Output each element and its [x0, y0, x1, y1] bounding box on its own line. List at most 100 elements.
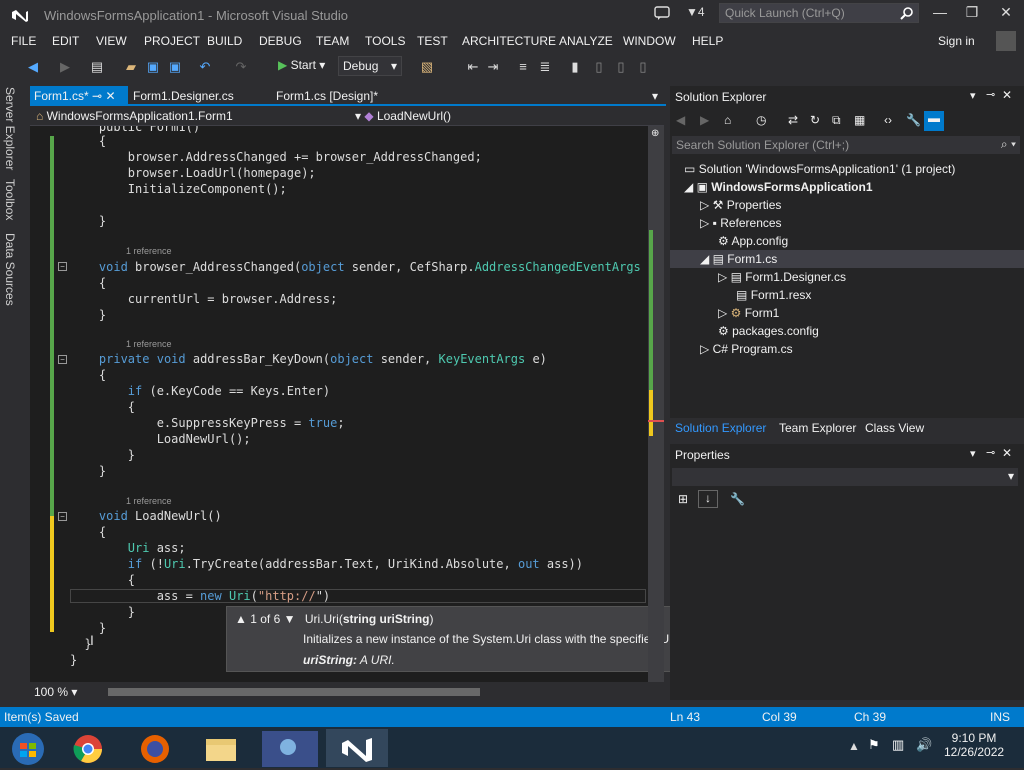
home-icon[interactable]: ⌂: [724, 113, 731, 127]
open-file-icon[interactable]: ▰: [122, 58, 140, 76]
tray-overflow-icon[interactable]: ▲: [848, 739, 860, 753]
menu-architecture[interactable]: ARCHITECTURE: [462, 34, 556, 48]
new-project-icon[interactable]: ▤: [88, 58, 106, 76]
zoom-dropdown[interactable]: 100 % ▾: [34, 685, 77, 699]
tree-item-form1-class[interactable]: ▷ ⚙ Form1: [718, 306, 779, 320]
pin-icon[interactable]: ⊸: [986, 446, 995, 459]
save-all-icon[interactable]: ▣: [166, 58, 184, 76]
back-icon[interactable]: ◀: [676, 113, 685, 127]
split-icon[interactable]: ⊕: [651, 128, 659, 139]
close-icon[interactable]: ✕: [105, 89, 115, 103]
menu-tools[interactable]: TOOLS: [365, 34, 405, 48]
tree-item-references[interactable]: ▷ ▪ References: [700, 216, 782, 230]
menu-analyze[interactable]: ANALYZE: [559, 34, 613, 48]
start-debugging-button[interactable]: ▶ Start ▾: [278, 58, 325, 72]
menu-window[interactable]: WINDOW: [623, 34, 676, 48]
pending-changes-icon[interactable]: ◷: [756, 113, 766, 127]
forward-icon[interactable]: ▶: [56, 58, 74, 76]
tree-item-project[interactable]: ◢ ▣ WindowsFormsApplication1: [684, 180, 873, 194]
codelens-reference[interactable]: 1 reference: [126, 496, 172, 506]
undo-icon[interactable]: ↶: [196, 58, 214, 76]
editor-vertical-scrollbar[interactable]: ⊕: [648, 126, 664, 682]
tab-class-view[interactable]: Class View: [865, 421, 924, 435]
member-dropdown[interactable]: ▾ ◆ LoadNewUrl(): [355, 109, 451, 123]
sync-icon[interactable]: ⇄: [788, 113, 798, 127]
bookmark-icon[interactable]: ▮: [566, 58, 584, 76]
menu-debug[interactable]: DEBUG: [259, 34, 302, 48]
code-editor[interactable]: public Form1() { browser.AddressChanged …: [30, 126, 648, 682]
action-center-flag-icon[interactable]: ⚑: [868, 737, 880, 753]
network-icon[interactable]: ▥: [892, 737, 904, 753]
property-pages-icon[interactable]: 🔧: [730, 492, 745, 506]
start-button[interactable]: [0, 729, 62, 767]
prev-bookmark-icon[interactable]: ▯: [612, 58, 630, 76]
tab-overflow-icon[interactable]: ▾: [648, 86, 662, 106]
menu-file[interactable]: FILE: [11, 34, 36, 48]
view-code-icon[interactable]: ‹›: [884, 113, 892, 127]
redo-icon[interactable]: ↷: [232, 58, 250, 76]
clear-bookmarks-icon[interactable]: ▯: [634, 58, 652, 76]
tab-form1-cs[interactable]: Form1.cs* ⊸ ✕: [30, 86, 128, 106]
tree-item-program-cs[interactable]: ▷ C# Program.cs: [700, 342, 793, 356]
tab-form1-designer-cs[interactable]: Form1.Designer.cs: [129, 86, 238, 106]
tab-solution-explorer[interactable]: Solution Explorer: [675, 421, 766, 435]
menu-view[interactable]: VIEW: [96, 34, 127, 48]
pin-icon[interactable]: ⊸: [92, 89, 102, 103]
tree-item-solution[interactable]: ▭ Solution 'WindowsFormsApplication1' (1…: [684, 162, 955, 176]
uncomment-icon[interactable]: ≣: [536, 58, 554, 76]
quick-launch-input[interactable]: Quick Launch (Ctrl+Q): [719, 3, 919, 23]
menu-project[interactable]: PROJECT: [144, 34, 200, 48]
forward-icon[interactable]: ▶: [700, 113, 709, 127]
properties-wrench-icon[interactable]: 🔧: [906, 113, 921, 127]
solution-search-input[interactable]: Search Solution Explorer (Ctrl+;) ⌕ ▾: [672, 136, 1020, 154]
align-left-icon[interactable]: ⇤: [464, 58, 482, 76]
collapse-icon[interactable]: −: [58, 262, 67, 271]
down-arrow-icon[interactable]: ▼: [284, 612, 296, 626]
collapse-all-icon[interactable]: ⧉: [832, 113, 841, 128]
taskbar-file-explorer[interactable]: [190, 729, 252, 767]
show-all-files-icon[interactable]: ▦: [854, 113, 865, 127]
tab-team-explorer[interactable]: Team Explorer: [779, 421, 856, 435]
comment-icon[interactable]: ≡: [514, 58, 532, 76]
horizontal-scrollbar-thumb[interactable]: [108, 688, 480, 696]
feedback-filter[interactable]: ▼4: [686, 5, 705, 19]
tab-toolbox[interactable]: Toolbox: [3, 179, 17, 220]
next-bookmark-icon[interactable]: ▯: [590, 58, 608, 76]
codelens-reference[interactable]: 1 reference: [126, 246, 172, 256]
menu-test[interactable]: TEST: [417, 34, 448, 48]
tree-item-form1-resx[interactable]: ▤ Form1.resx: [736, 288, 811, 302]
menu-team[interactable]: TEAM: [316, 34, 349, 48]
menu-help[interactable]: HELP: [692, 34, 723, 48]
align-right-icon[interactable]: ⇥: [484, 58, 502, 76]
find-in-files-icon[interactable]: ▧: [418, 58, 436, 76]
panel-menu-icon[interactable]: ▾: [970, 447, 976, 460]
tab-data-sources[interactable]: Data Sources: [3, 233, 17, 306]
notifications-icon[interactable]: [654, 5, 670, 21]
tree-item-app-config[interactable]: ⚙ App.config: [718, 234, 788, 248]
tree-item-form1-cs[interactable]: ◢ ▤ Form1.cs: [670, 250, 1024, 268]
preview-selected-icon[interactable]: ▬: [924, 111, 944, 131]
tab-server-explorer[interactable]: Server Explorer: [3, 87, 17, 170]
taskbar-chrome[interactable]: [58, 729, 120, 767]
taskbar-firefox[interactable]: [124, 729, 186, 767]
menu-build[interactable]: BUILD: [207, 34, 242, 48]
categorized-icon[interactable]: ⊞: [678, 492, 688, 506]
minimize-button[interactable]: —: [926, 4, 954, 24]
pin-icon[interactable]: ⊸: [986, 88, 995, 101]
back-icon[interactable]: ◀: [24, 58, 42, 76]
solution-configuration-dropdown[interactable]: Debug ▾: [338, 56, 402, 76]
tree-item-properties[interactable]: ▷ ⚒ Properties: [700, 198, 781, 212]
avatar[interactable]: [996, 31, 1016, 51]
close-window-button[interactable]: ✕: [992, 4, 1020, 24]
collapse-icon[interactable]: −: [58, 355, 67, 364]
taskbar-app[interactable]: [258, 729, 320, 767]
collapse-icon[interactable]: −: [58, 512, 67, 521]
system-clock[interactable]: 9:10 PM 12/26/2022: [944, 731, 1004, 759]
panel-menu-icon[interactable]: ▾: [970, 89, 976, 102]
taskbar-visual-studio[interactable]: [326, 729, 388, 767]
up-arrow-icon[interactable]: ▲: [235, 612, 247, 626]
tree-item-packages-config[interactable]: ⚙ packages.config: [718, 324, 819, 338]
tab-form1-design[interactable]: Form1.cs [Design]*: [272, 86, 382, 106]
codelens-reference[interactable]: 1 reference: [126, 339, 172, 349]
restore-button[interactable]: ❐: [958, 4, 986, 24]
